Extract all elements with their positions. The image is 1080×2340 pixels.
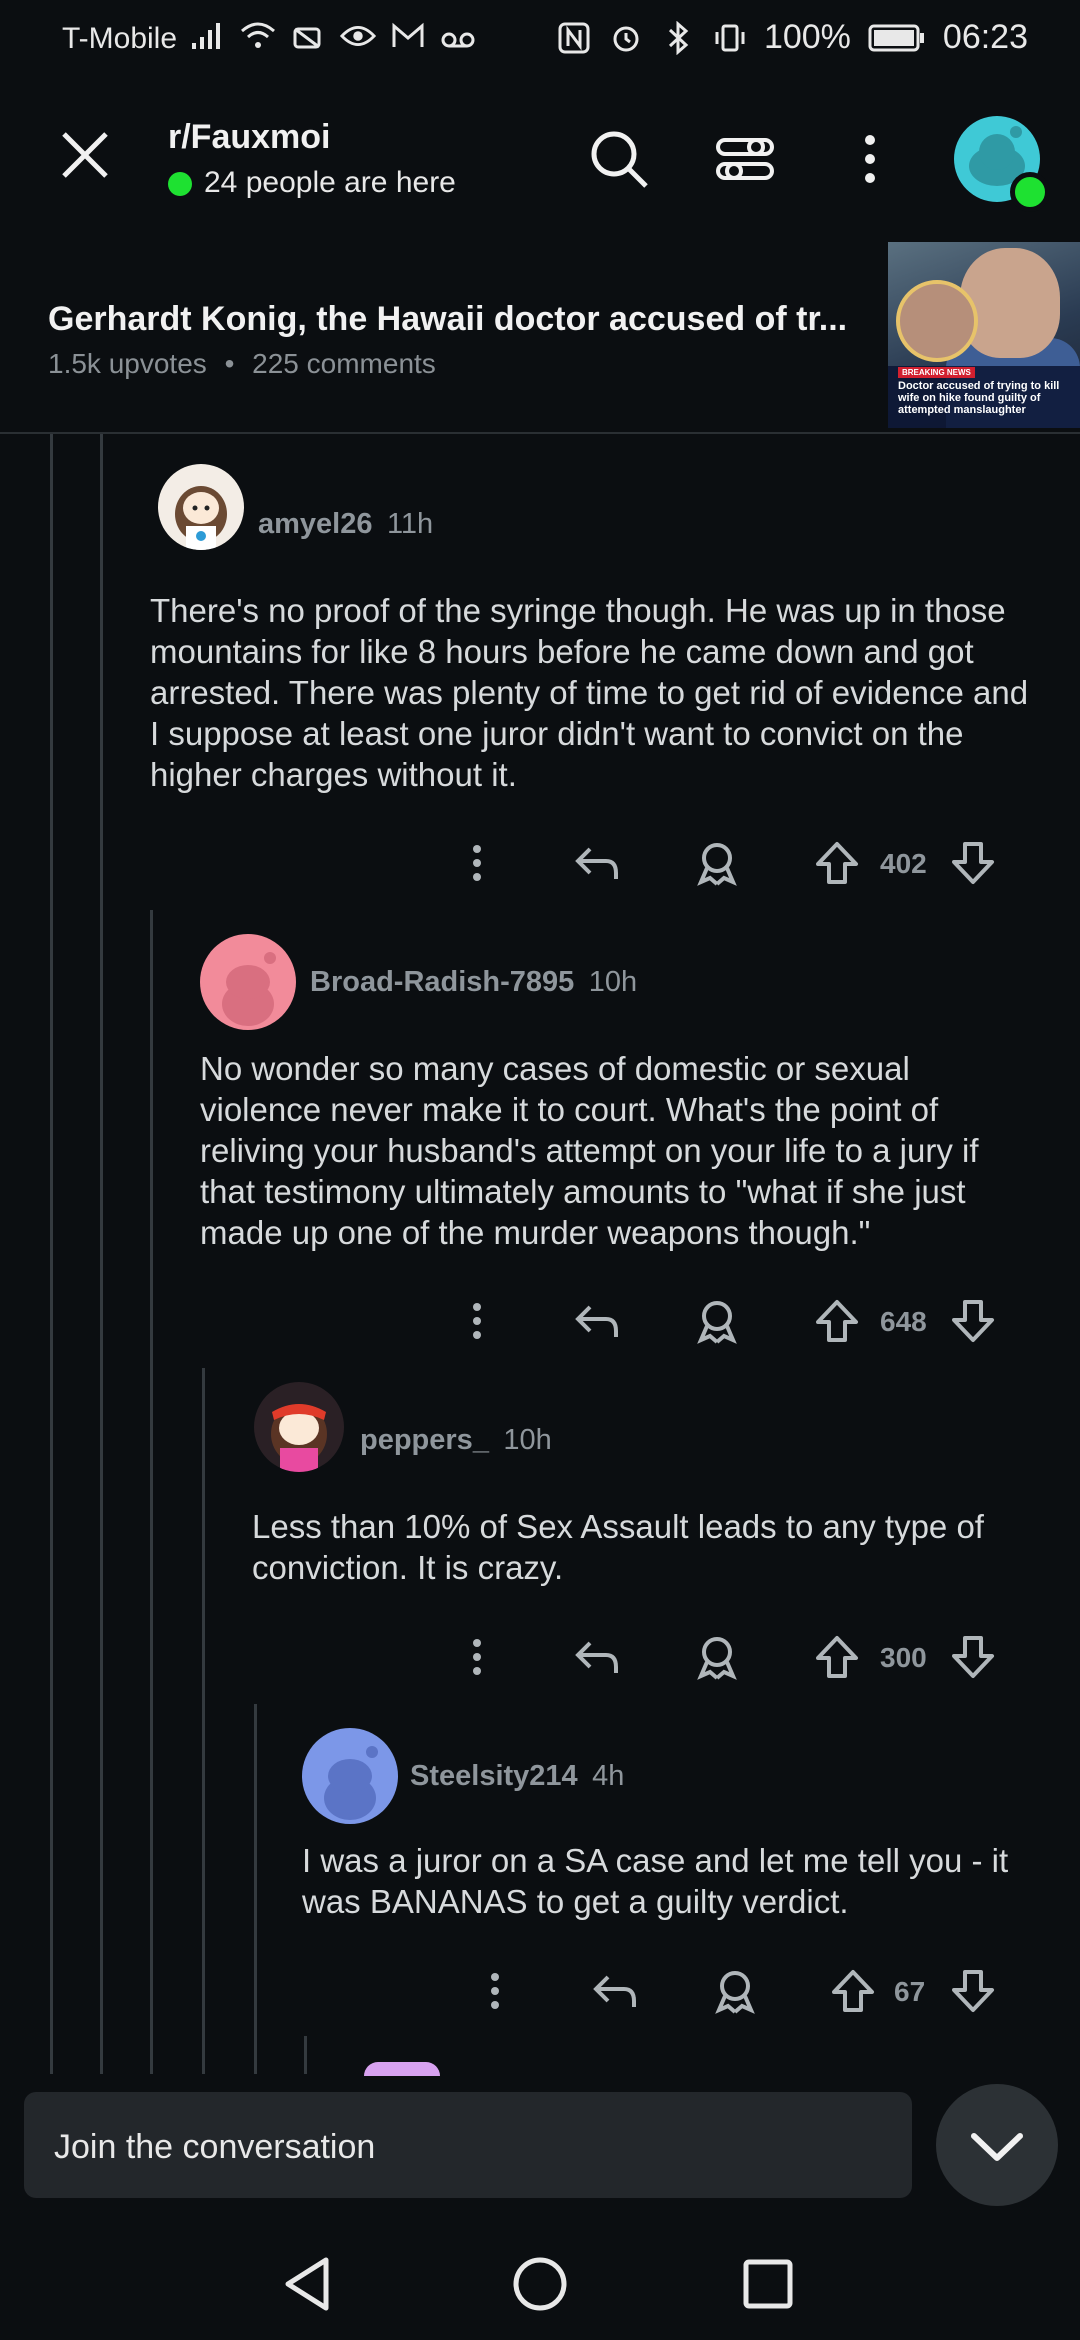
post-meta: 1.5k upvotes • 225 comments — [48, 348, 436, 380]
home-icon[interactable] — [512, 2256, 568, 2317]
bluetooth-icon — [660, 20, 696, 56]
back-icon[interactable] — [282, 2256, 332, 2317]
more-options-icon[interactable] — [452, 1632, 502, 1682]
thread-line — [50, 434, 53, 2074]
vibrate-icon — [712, 20, 748, 56]
online-status-badge — [1010, 172, 1050, 212]
vote-count: 300 — [880, 1642, 927, 1673]
comment-time: 10h — [588, 966, 638, 998]
downvote-icon[interactable] — [948, 1966, 998, 2016]
reply-icon[interactable] — [572, 1632, 622, 1682]
more-options-icon[interactable] — [848, 126, 892, 192]
filter-icon[interactable] — [712, 126, 778, 192]
comment-time: 4h — [592, 1760, 625, 1792]
commenter-avatar[interactable] — [302, 1728, 398, 1824]
post-thumbnail[interactable]: BREAKING NEWS Doctor accused of trying t… — [888, 242, 1080, 428]
system-nav-bar — [0, 2216, 1080, 2340]
close-icon[interactable] — [50, 120, 120, 190]
online-count: 24 people are here — [204, 166, 456, 199]
thread-line — [254, 1704, 257, 2074]
comment-body: Less than 10% of Sex Assault leads to an… — [252, 1508, 984, 1586]
voicemail-icon — [440, 18, 476, 54]
signal-icon — [190, 18, 226, 54]
next-commenter-avatar[interactable] — [364, 2062, 440, 2076]
status-bar: T-Mobile 100% 06:23 — [0, 0, 1080, 76]
post-title[interactable]: Gerhardt Konig, the Hawaii doctor accuse… — [48, 300, 878, 339]
more-options-icon[interactable] — [470, 1966, 520, 2016]
header-divider — [0, 432, 1080, 434]
online-indicator — [168, 172, 192, 196]
clock: 06:23 — [942, 18, 1028, 56]
comment-actions: 402 — [452, 838, 1012, 888]
recents-icon[interactable] — [742, 2258, 794, 2315]
upvote-icon[interactable] — [812, 1632, 862, 1682]
comment-username[interactable]: amyel26 — [258, 508, 373, 540]
thread-line — [202, 1368, 205, 2074]
comment-username[interactable]: peppers_ — [360, 1424, 489, 1456]
comment-time: 10h — [503, 1424, 552, 1456]
battery-percent: 100% — [763, 18, 851, 56]
thread-line — [304, 2036, 307, 2074]
award-icon[interactable] — [692, 1296, 742, 1346]
vote-count: 402 — [880, 848, 927, 879]
commenter-avatar[interactable] — [254, 1382, 344, 1472]
gmail-icon — [390, 18, 426, 54]
subreddit-name[interactable]: r/Fauxmoi — [168, 118, 330, 157]
commenter-avatar[interactable] — [158, 464, 244, 550]
battery-icon — [867, 20, 927, 56]
sync-icon — [290, 18, 326, 54]
search-icon[interactable] — [586, 126, 652, 192]
comment-count: 225 comments — [252, 348, 436, 379]
reply-icon[interactable] — [572, 838, 622, 888]
award-icon[interactable] — [710, 1966, 760, 2016]
thumb-inset-photo — [896, 280, 978, 362]
meta-separator: • — [224, 348, 235, 379]
status-icons-right: 100% 06:23 — [556, 18, 1028, 57]
thread-line — [150, 910, 153, 2074]
award-icon[interactable] — [692, 838, 742, 888]
comment-actions: 648 — [452, 1296, 1012, 1346]
reply-input-placeholder: Join the conversation — [54, 2128, 376, 2166]
upvote-count: 1.5k upvotes — [48, 348, 207, 379]
downvote-icon[interactable] — [948, 1632, 998, 1682]
thumb-caption: Doctor accused of trying to kill wife on… — [898, 380, 1060, 416]
more-options-icon[interactable] — [452, 838, 502, 888]
downvote-icon[interactable] — [948, 1296, 998, 1346]
thumb-face — [960, 248, 1060, 358]
comment-username[interactable]: Steelsity214 — [410, 1760, 578, 1792]
comment-body: I was a juror on a SA case and let me te… — [302, 1842, 1009, 1920]
status-icons-left — [190, 18, 476, 54]
upvote-icon[interactable] — [812, 838, 862, 888]
eye-icon — [340, 18, 376, 54]
upvote-icon[interactable] — [828, 1966, 878, 2016]
comment-body: There's no proof of the syringe though. … — [150, 592, 1029, 793]
wifi-icon — [240, 18, 276, 54]
comment-username[interactable]: Broad-Radish-7895 — [310, 966, 574, 998]
upvote-icon[interactable] — [812, 1296, 862, 1346]
comment-actions: 67 — [470, 1966, 1010, 2016]
nfc-icon — [556, 20, 592, 56]
reply-icon[interactable] — [572, 1296, 622, 1346]
award-icon[interactable] — [692, 1632, 742, 1682]
collapse-button[interactable] — [936, 2084, 1058, 2206]
comment-body: No wonder so many cases of domestic or s… — [200, 1050, 979, 1251]
comment-time: 11h — [386, 508, 434, 540]
comment-actions: 300 — [452, 1632, 1012, 1682]
downvote-icon[interactable] — [948, 838, 998, 888]
thread-line — [100, 434, 103, 2074]
more-options-icon[interactable] — [452, 1296, 502, 1346]
reply-icon[interactable] — [590, 1966, 640, 2016]
carrier-label: T-Mobile — [62, 22, 178, 55]
commenter-avatar[interactable] — [200, 934, 296, 1030]
vote-count: 67 — [894, 1976, 926, 2007]
vote-count: 648 — [880, 1306, 927, 1337]
thumb-breaking-tag: BREAKING NEWS — [898, 367, 975, 378]
alarm-icon — [608, 20, 644, 56]
